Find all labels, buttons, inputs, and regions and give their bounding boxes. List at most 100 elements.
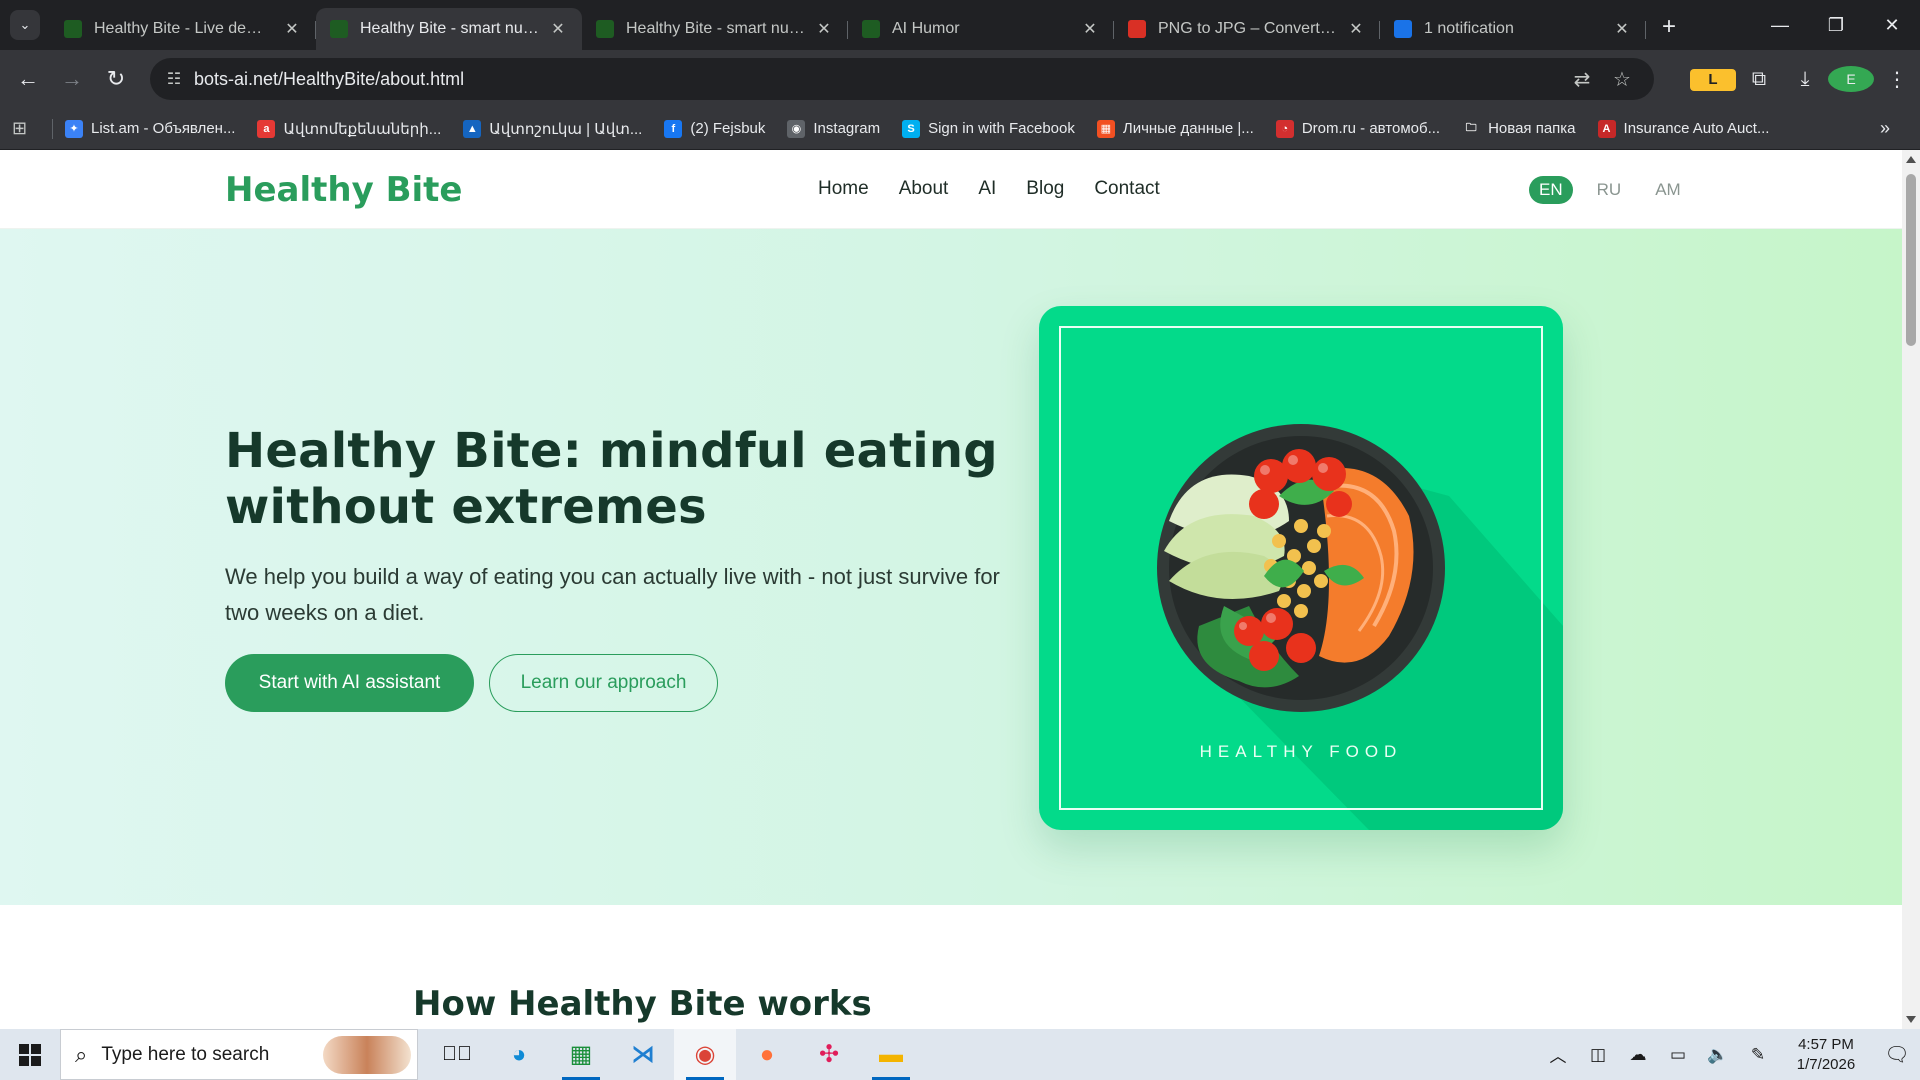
taskbar-search-box[interactable]: ⌕ Type here to search — [60, 1029, 418, 1080]
bookmark-label: Ավտոմեքենաների... — [283, 120, 442, 138]
tab-list: Healthy Bite - Live demo | AI✕ Healthy Bi… — [50, 8, 1646, 50]
bookmark-favicon-icon: f — [664, 119, 683, 138]
bookmark-item[interactable]: S Sign in with Facebook — [902, 119, 1075, 138]
extension-button[interactable]: L — [1690, 67, 1736, 91]
nav-link-home[interactable]: Home — [818, 178, 869, 200]
start-button[interactable] — [0, 1029, 60, 1080]
nav-link-about[interactable]: About — [899, 178, 949, 200]
nav-link-blog[interactable]: Blog — [1026, 178, 1064, 200]
new-tab-button[interactable]: + — [1652, 10, 1686, 44]
browser-tab[interactable]: Healthy Bite - smart nutrition ✕ — [582, 8, 848, 50]
bookmark-label: Ավտոշուկա | Ավտ... — [489, 120, 643, 138]
bookmark-label: Drom.ru - автомоб... — [1301, 120, 1441, 137]
tab-search-button[interactable]: ⌄ — [10, 10, 40, 40]
bookmark-item[interactable]: ✦ List.am - Объявлен... — [65, 119, 235, 138]
onedrive-cloud-icon[interactable]: ☁ — [1618, 1045, 1658, 1065]
file-explorer-app[interactable]: ▬ — [860, 1029, 922, 1080]
battery-icon[interactable]: ▭ — [1658, 1045, 1698, 1065]
minimize-button[interactable]: — — [1752, 0, 1808, 50]
firefox-app[interactable]: ● — [736, 1029, 798, 1080]
page-scrollbar[interactable] — [1902, 150, 1920, 1029]
tab-title: PNG to JPG – Convert PNG — [1158, 20, 1338, 37]
bookmark-item[interactable]: f (2) Fejsbuk — [664, 119, 766, 138]
language-option-am[interactable]: AM — [1645, 176, 1691, 204]
profile-button[interactable]: E — [1828, 66, 1874, 92]
folder-icon: ▬ — [879, 1040, 903, 1068]
tab-close-icon[interactable]: ✕ — [1612, 19, 1632, 39]
pen-icon[interactable]: ✎ — [1738, 1045, 1778, 1065]
how-it-works-section: How Healthy Bite works — [0, 905, 1902, 1029]
meet-now-icon[interactable]: ◫ — [1578, 1045, 1618, 1065]
start-ai-assistant-button[interactable]: Start with AI assistant — [225, 654, 474, 712]
system-tray: ︿ ◫ ☁ ▭ 🔈 ✎ 4:57 PM 1/7/2026 🗨 — [1538, 1029, 1920, 1080]
bookmark-favicon-icon: 🗀 — [1462, 119, 1481, 138]
close-window-button[interactable]: ✕ — [1864, 0, 1920, 50]
vscode-app[interactable]: ⋊ — [612, 1029, 674, 1080]
back-button[interactable]: ← — [6, 57, 50, 101]
bookmark-item[interactable]: ▦ Личные данные |... — [1096, 119, 1254, 138]
tray-chevron-up-icon[interactable]: ︿ — [1538, 1042, 1578, 1067]
more-bookmarks-icon[interactable]: » — [1880, 118, 1890, 139]
browser-tab[interactable]: PNG to JPG – Convert PNG ✕ — [1114, 8, 1380, 50]
volume-icon[interactable]: 🔈 — [1698, 1045, 1738, 1065]
language-option-ru[interactable]: RU — [1587, 176, 1632, 204]
bookmark-item[interactable]: ◉ Instagram — [787, 119, 880, 138]
bookmark-star-icon[interactable]: ☆ — [1602, 67, 1642, 92]
reload-button[interactable]: ↻ — [94, 57, 138, 101]
forward-button[interactable]: → — [50, 57, 94, 101]
tab-separator — [1645, 21, 1646, 39]
bookmark-favicon-icon: ▦ — [1096, 119, 1115, 138]
learn-approach-button[interactable]: Learn our approach — [489, 654, 718, 712]
bookmark-item[interactable]: a Ավտոմեքենաների... — [257, 119, 442, 138]
nav-link-contact[interactable]: Contact — [1094, 178, 1159, 200]
browser-tab[interactable]: Healthy Bite - smart nutrition ✕ — [316, 8, 582, 50]
bookmark-label: Insurance Auto Auct... — [1623, 120, 1770, 137]
url-text[interactable]: bots-ai.net/HealthyBite/about.html — [194, 69, 1562, 90]
tab-close-icon[interactable]: ✕ — [814, 19, 834, 39]
tab-close-icon[interactable]: ✕ — [1080, 19, 1100, 39]
bookmark-item[interactable]: ◔ Drom.ru - автомоб... — [1275, 119, 1441, 138]
tab-close-icon[interactable]: ✕ — [282, 19, 302, 39]
scroll-up-icon[interactable] — [1906, 156, 1916, 163]
plus-icon: + — [1661, 13, 1676, 40]
app-green-grid[interactable]: ▦ — [550, 1029, 612, 1080]
language-option-en[interactable]: EN — [1529, 176, 1573, 204]
healthy-food-image: HEALTHY FOOD — [1039, 306, 1563, 830]
browser-tab[interactable]: 1 notification ✕ — [1380, 8, 1646, 50]
search-highlight-image[interactable] — [323, 1036, 411, 1074]
bookmark-item[interactable]: A Insurance Auto Auct... — [1597, 119, 1770, 138]
bookmark-item[interactable]: ▲ Ավտոշուկա | Ավտ... — [463, 119, 643, 138]
chrome-app[interactable]: ◉ — [674, 1029, 736, 1080]
tab-close-icon[interactable]: ✕ — [1346, 19, 1366, 39]
tab-favicon-icon — [64, 20, 82, 38]
tab-strip: ⌄ Healthy Bite - Live demo | AI✕Healthy … — [0, 0, 1920, 50]
downloads-icon[interactable]: ⤓ — [1782, 68, 1828, 91]
clock-date: 1/7/2026 — [1796, 1055, 1856, 1073]
site-logo[interactable]: Healthy Bite — [225, 170, 462, 210]
apps-grid-icon[interactable]: ⊞ — [12, 118, 42, 139]
bookmark-favicon-icon: ◉ — [787, 119, 806, 138]
scrollbar-thumb[interactable] — [1906, 174, 1916, 346]
tab-title: AI Humor — [892, 20, 960, 37]
nav-link-ai[interactable]: AI — [978, 178, 996, 200]
restore-button[interactable]: ❐ — [1808, 0, 1864, 50]
taskbar-clock[interactable]: 4:57 PM 1/7/2026 — [1778, 1035, 1874, 1075]
site-info-icon[interactable]: ☷ — [154, 69, 194, 89]
translate-icon[interactable]: ⇄ — [1562, 67, 1602, 92]
address-bar[interactable]: ☷ bots-ai.net/HealthyBite/about.html ⇄ ☆ — [150, 58, 1654, 100]
scroll-down-icon[interactable] — [1906, 1016, 1916, 1023]
bookmark-label: (2) Fejsbuk — [690, 120, 766, 137]
browser-tab[interactable]: Healthy Bite - Live demo | AI ✕ — [50, 8, 316, 50]
tab-title: Healthy Bite - smart nutrition — [626, 20, 806, 37]
extensions-puzzle-icon[interactable]: ⧉ — [1736, 68, 1782, 91]
bookmark-item[interactable]: 🗀 Новая папка — [1462, 119, 1576, 138]
edge-app[interactable]: ◕ — [488, 1029, 550, 1080]
site-header: Healthy Bite Home About AI Blog Contact EN RU… — [0, 150, 1902, 229]
tab-close-icon[interactable]: ✕ — [548, 19, 568, 39]
browser-tab[interactable]: AI Humor ✕ — [848, 8, 1114, 50]
back-arrow-icon: ← — [17, 66, 39, 91]
notifications-icon[interactable]: 🗨 — [1874, 1042, 1920, 1067]
task-view-button[interactable]: ▯⃞ — [426, 1029, 488, 1080]
slack-app[interactable]: ✣ — [798, 1029, 860, 1080]
menu-kebab-icon[interactable]: ⋮ — [1874, 67, 1920, 92]
